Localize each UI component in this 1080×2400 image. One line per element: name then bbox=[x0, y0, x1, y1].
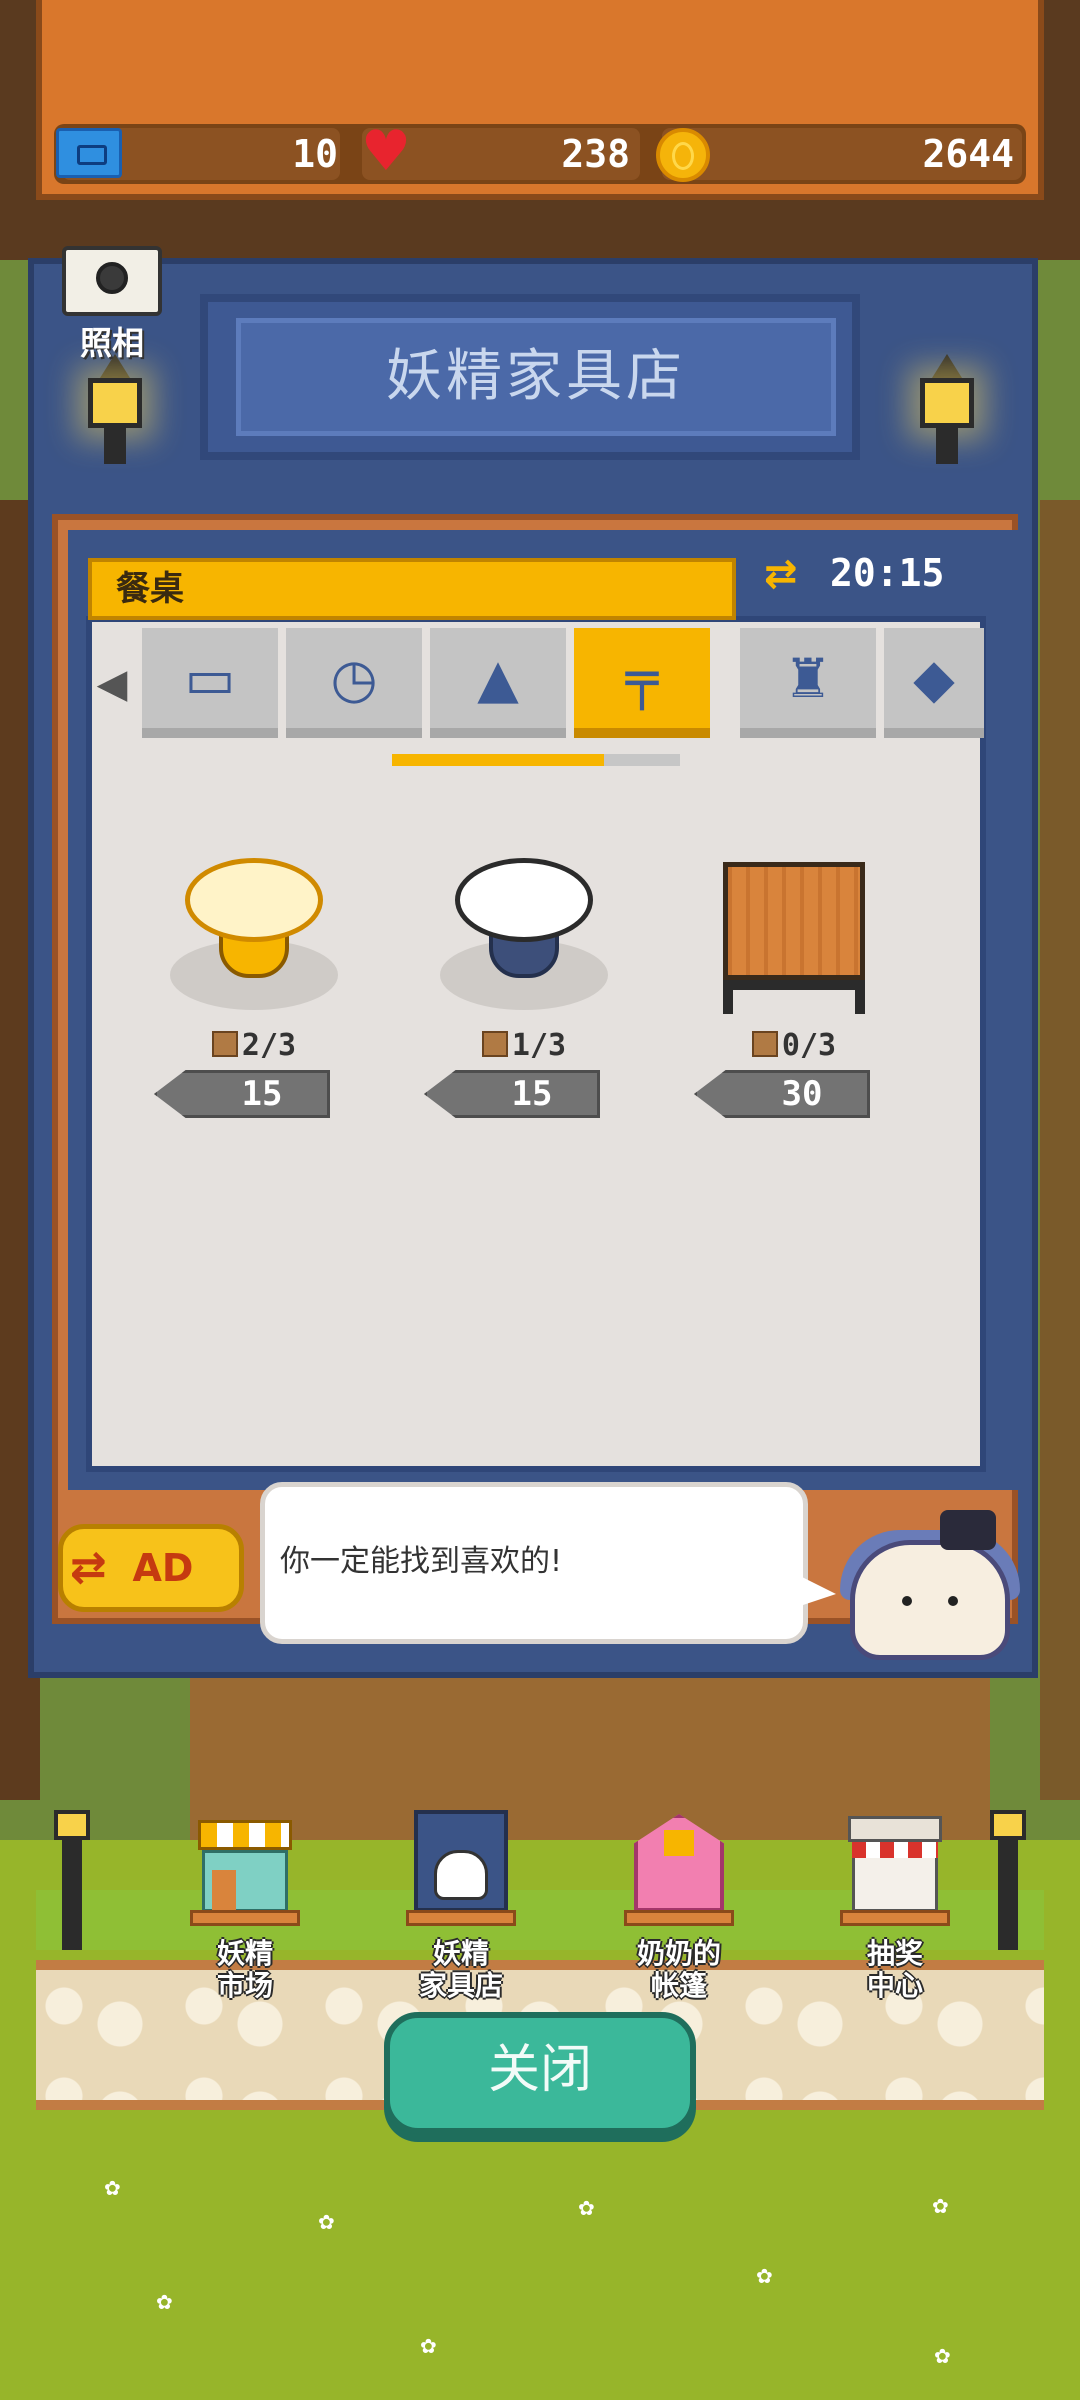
camera-button[interactable] bbox=[62, 246, 162, 316]
lottery-building-icon bbox=[840, 1810, 950, 1930]
nav-fairy-furniture-shop[interactable]: 妖精 家具店 bbox=[386, 1810, 536, 2020]
heart-icon: ♥ bbox=[360, 119, 412, 184]
flower-icon: ✿ bbox=[934, 2344, 951, 2368]
wall-lamp-right-icon bbox=[912, 354, 982, 464]
flower-icon: ✿ bbox=[932, 2194, 949, 2218]
item-price[interactable]: 15 bbox=[444, 1070, 620, 1118]
street-lamp-right-icon bbox=[990, 1810, 1026, 1950]
coin-icon bbox=[656, 128, 710, 182]
hearts-count: 238 bbox=[561, 132, 630, 176]
wooden-square-table-icon bbox=[723, 862, 865, 1014]
partial-tab-icon: ◆ bbox=[913, 646, 955, 710]
item-price[interactable]: 15 bbox=[174, 1070, 350, 1118]
shop-title: 妖精家具店 bbox=[386, 344, 686, 409]
tab-sofa[interactable]: ▭ bbox=[142, 628, 278, 738]
shopkeeper-npc bbox=[840, 1510, 1020, 1660]
item-stock: 0/3 bbox=[781, 1028, 837, 1063]
item-stock: 1/3 bbox=[511, 1028, 567, 1063]
tab-left-arrow-icon[interactable]: ◀ bbox=[92, 654, 132, 714]
nav-fairy-market[interactable]: 妖精 市场 bbox=[170, 1810, 320, 2020]
nav-grandma-tent[interactable]: 奶奶的 帐篷 bbox=[604, 1810, 754, 2020]
sofa-icon: ▭ bbox=[184, 646, 236, 710]
ceiling-lamp-icon: ▲ bbox=[477, 646, 519, 710]
coins-count: 2644 bbox=[922, 132, 1014, 176]
nav-label-line2: 中心 bbox=[866, 1969, 923, 2002]
white-round-table-icon bbox=[455, 858, 593, 980]
refresh-timer: 20:15 bbox=[830, 551, 945, 595]
camera-label[interactable]: 照相 bbox=[56, 318, 168, 364]
nav-label-line1: 妖精 bbox=[216, 1937, 273, 1970]
refresh-icon[interactable]: ⇄ bbox=[764, 552, 804, 596]
wall-lamp-left-icon bbox=[80, 354, 150, 464]
close-button-label[interactable]: 关闭 bbox=[384, 2012, 696, 2128]
chair-icon: ♜ bbox=[783, 646, 833, 710]
nav-label-line2: 帐篷 bbox=[650, 1969, 707, 2002]
right-wall bbox=[1040, 500, 1080, 1800]
category-header bbox=[88, 558, 736, 620]
tickets-count: 10 bbox=[292, 132, 338, 176]
nav-label-line1: 抽奖 bbox=[866, 1937, 923, 1970]
flower-icon: ✿ bbox=[156, 2290, 173, 2314]
tab-table[interactable]: ╤ bbox=[574, 628, 710, 738]
tent-building-icon bbox=[624, 1810, 734, 1930]
shop-item-yellow-round-table[interactable]: 2/3 15 bbox=[154, 852, 354, 1122]
nav-label-line2: 家具店 bbox=[418, 1969, 503, 2002]
item-stock: 2/3 bbox=[241, 1028, 297, 1063]
shop-item-wooden-square-table[interactable]: 0/3 30 bbox=[694, 852, 894, 1122]
tab-scroll-indicator bbox=[392, 754, 604, 766]
tab-chair[interactable]: ♜ bbox=[740, 628, 876, 738]
tab-next[interactable]: ◆ bbox=[884, 628, 984, 738]
flower-icon: ✿ bbox=[578, 2196, 595, 2220]
flower-icon: ✿ bbox=[318, 2210, 335, 2234]
item-price[interactable]: 30 bbox=[714, 1070, 890, 1118]
market-building-icon bbox=[190, 1810, 300, 1930]
nav-label-line1: 奶奶的 bbox=[636, 1937, 721, 1970]
speech-text: 你一定能找到喜欢的! bbox=[280, 1544, 563, 1579]
nav-label-line2: 市场 bbox=[216, 1969, 273, 2002]
ticket-icon bbox=[56, 128, 122, 178]
table-icon: ╤ bbox=[625, 646, 659, 710]
ad-label[interactable]: AD bbox=[88, 1530, 238, 1606]
category-label: 餐桌 bbox=[116, 569, 184, 609]
yellow-round-table-icon bbox=[185, 858, 323, 980]
street-lamp-left-icon bbox=[54, 1810, 90, 1950]
tab-ceiling-lamp[interactable]: ▲ bbox=[430, 628, 566, 738]
flower-icon: ✿ bbox=[756, 2264, 773, 2288]
nav-lottery-center[interactable]: 抽奖 中心 bbox=[820, 1810, 970, 2020]
tab-clock[interactable]: ◷ bbox=[286, 628, 422, 738]
flower-icon: ✿ bbox=[420, 2334, 437, 2358]
flower-icon: ✿ bbox=[104, 2176, 121, 2200]
shop-item-white-round-table[interactable]: 1/3 15 bbox=[424, 852, 624, 1122]
clock-icon: ◷ bbox=[330, 646, 378, 710]
nav-label-line1: 妖精 bbox=[432, 1937, 489, 1970]
furniture-shop-building-icon bbox=[406, 1810, 516, 1930]
